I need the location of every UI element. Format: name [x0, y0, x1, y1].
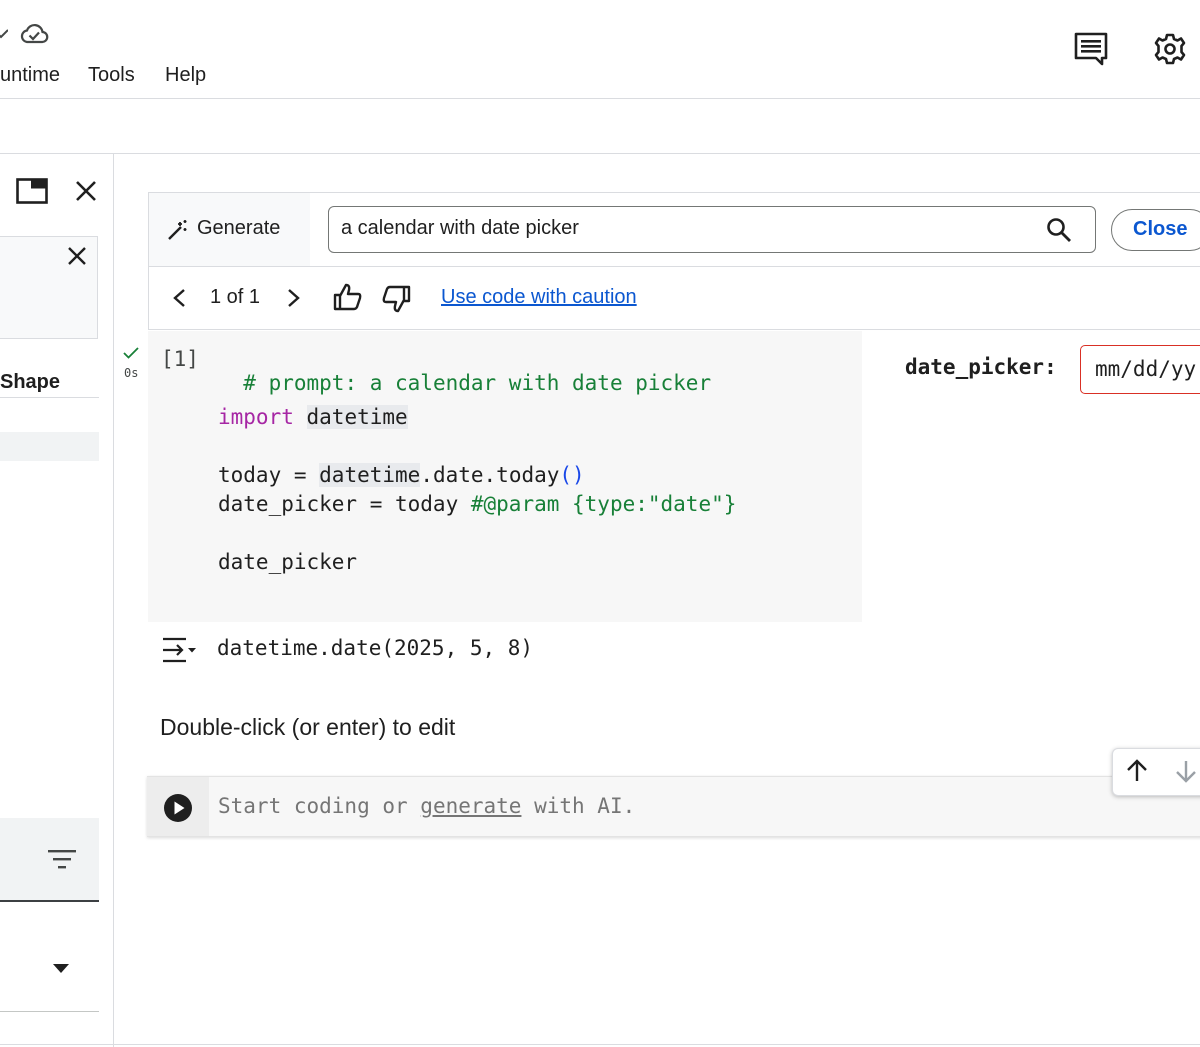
code-picker-lhs: date_picker = today [218, 492, 471, 516]
footer-divider [0, 1044, 1200, 1045]
column-header-shape: Shape [0, 371, 61, 393]
dropdown-arrow-icon[interactable] [53, 964, 69, 974]
move-cell-down-icon[interactable] [1175, 759, 1197, 783]
code-module: datetime [306, 405, 408, 429]
code-line-2[interactable]: import datetime [218, 405, 408, 429]
result-pager: 1 of 1 [210, 286, 261, 308]
execution-time: 0s [124, 366, 139, 380]
comments-icon[interactable] [1074, 32, 1108, 66]
generate-prompt-text[interactable]: a calendar with date picker [341, 217, 579, 240]
code-line-4[interactable]: date_picker = today #@param {type:"date"… [218, 492, 736, 516]
code-line-1[interactable]: # prompt: a calendar with date picker [218, 347, 711, 395]
cloud-saved-icon[interactable] [19, 20, 49, 46]
open-in-tab-icon[interactable] [16, 178, 48, 204]
output-toggle-icon[interactable] [162, 637, 196, 663]
toolbar-divider [0, 153, 1200, 154]
menu-help[interactable]: Help [165, 64, 206, 87]
execution-count: [1] [161, 347, 199, 371]
code-today-parens: () [559, 463, 585, 487]
run-cell-icon[interactable] [163, 793, 193, 823]
code-comment: # prompt: a calendar with date picker [243, 371, 712, 395]
side-bottom-divider [0, 1011, 99, 1012]
code-today-lhs: today = [218, 463, 320, 487]
cell-output: datetime.date(2025, 5, 8) [217, 636, 534, 660]
panel-divider[interactable] [113, 154, 114, 1047]
use-code-caution-link[interactable]: Use code with caution [441, 286, 637, 309]
close-card-icon[interactable] [67, 246, 87, 266]
date-picker-placeholder[interactable]: mm/dd/yy [1095, 357, 1196, 381]
column-divider [0, 397, 99, 398]
generate-label[interactable]: Generate [197, 217, 280, 240]
next-result-icon[interactable] [287, 288, 301, 308]
cell-placeholder[interactable]: Start coding or generate with AI. [218, 794, 635, 818]
header-divider [0, 98, 1200, 99]
filter-icon[interactable] [48, 850, 76, 870]
table-row[interactable] [0, 432, 99, 461]
menu-runtime[interactable]: untime [0, 64, 60, 87]
code-today-call: .date.today [420, 463, 560, 487]
text-cell-hint[interactable]: Double-click (or enter) to edit [160, 714, 455, 741]
code-today-module: datetime [319, 463, 421, 487]
param-label: date_picker: [905, 355, 1057, 379]
execution-success-icon [123, 347, 139, 359]
magic-wand-icon [166, 218, 190, 242]
settings-gear-icon[interactable] [1154, 33, 1186, 65]
prev-result-icon[interactable] [172, 288, 186, 308]
placeholder-post: with AI. [521, 794, 636, 818]
code-picker-var: date_picker [218, 550, 358, 574]
move-cell-up-icon[interactable] [1126, 759, 1148, 783]
placeholder-pre: Start coding or [218, 794, 421, 818]
generate-divider [149, 266, 1200, 267]
code-line-3[interactable]: today = datetime.date.today() [218, 463, 585, 487]
close-button-label[interactable]: Close [1133, 218, 1187, 241]
search-icon[interactable] [1046, 217, 1072, 243]
code-keyword-import: import [218, 405, 294, 429]
thumbs-down-icon[interactable] [381, 285, 411, 313]
thumbs-up-icon[interactable] [333, 283, 363, 311]
generate-link[interactable]: generate [420, 794, 521, 818]
code-param-annotation: #@param {type:"date"} [470, 492, 737, 516]
close-panel-icon[interactable] [75, 180, 97, 202]
menu-tools[interactable]: Tools [88, 64, 135, 87]
chevron-down-icon[interactable] [0, 26, 8, 40]
code-line-5[interactable]: date_picker [218, 550, 357, 574]
